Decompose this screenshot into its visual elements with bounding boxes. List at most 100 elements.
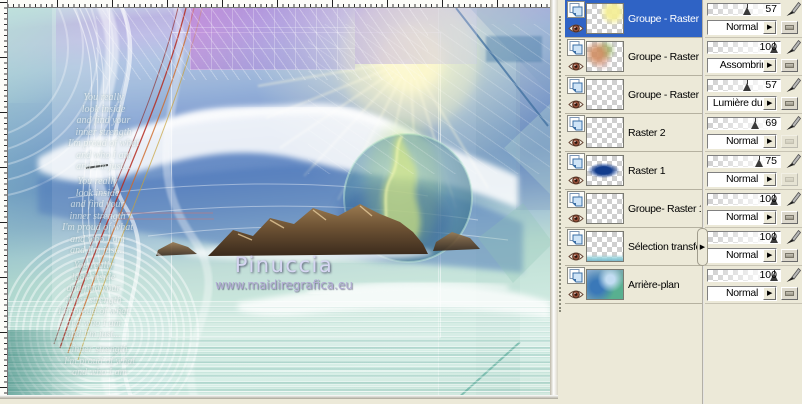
opacity-slider[interactable]: 100 bbox=[707, 193, 781, 206]
link-toggle-button[interactable] bbox=[781, 173, 798, 186]
layer-row[interactable]: Arrière-plan bbox=[565, 266, 702, 304]
layer-thumbnail[interactable] bbox=[586, 193, 624, 224]
opacity-slider[interactable]: 57 bbox=[707, 79, 781, 92]
thumbnail-preview bbox=[587, 156, 623, 185]
visibility-eye-icon[interactable] bbox=[568, 173, 584, 185]
layer-thumbnail[interactable] bbox=[586, 3, 624, 34]
paintbrush-icon[interactable] bbox=[784, 115, 802, 131]
dropdown-arrow-icon[interactable]: ▶ bbox=[763, 249, 776, 262]
blend-mode-dropdown[interactable]: Normal ▶ bbox=[707, 134, 777, 149]
layer-name[interactable]: Groupe - Raster 3 bbox=[628, 0, 701, 38]
layer-row[interactable]: Sélection transform bbox=[565, 228, 702, 266]
paintbrush-icon[interactable] bbox=[784, 1, 802, 17]
visibility-eye-icon[interactable] bbox=[568, 287, 584, 299]
layer-row[interactable]: Groupe - Raster 3 bbox=[565, 0, 702, 38]
dropdown-arrow-icon[interactable]: ▶ bbox=[763, 173, 776, 186]
canvas-window-edge bbox=[0, 395, 558, 399]
layer-control-block: 57 Normal ▶ bbox=[705, 0, 802, 38]
dropdown-arrow-icon[interactable]: ▶ bbox=[763, 211, 776, 224]
link-toggle-button[interactable] bbox=[781, 211, 798, 224]
opacity-slider[interactable]: 57 bbox=[707, 3, 781, 16]
app-window: You really look inside and find your inner… bbox=[0, 0, 802, 404]
opacity-slider-thumb[interactable] bbox=[754, 156, 764, 167]
visibility-eye-icon[interactable] bbox=[568, 59, 584, 71]
layer-type-icon[interactable] bbox=[567, 77, 585, 94]
blend-mode-value: Normal bbox=[725, 211, 759, 223]
dropdown-arrow-icon[interactable]: ▶ bbox=[763, 287, 776, 300]
link-toggle-button[interactable] bbox=[781, 21, 798, 34]
blend-mode-dropdown[interactable]: Normal ▶ bbox=[707, 210, 777, 225]
dropdown-arrow-icon[interactable]: ▶ bbox=[763, 21, 776, 34]
paintbrush-icon[interactable] bbox=[784, 229, 802, 245]
layer-type-icon[interactable] bbox=[567, 267, 585, 284]
layer-type-icon[interactable] bbox=[567, 153, 585, 170]
paintbrush-icon[interactable] bbox=[784, 39, 802, 55]
thumbnail-preview bbox=[587, 4, 623, 33]
paintbrush-icon[interactable] bbox=[784, 77, 802, 93]
layer-thumbnail[interactable] bbox=[586, 117, 624, 148]
layer-type-icon[interactable] bbox=[567, 39, 585, 56]
blend-mode-dropdown[interactable]: Normal ▶ bbox=[707, 248, 777, 263]
layer-type-icon[interactable] bbox=[567, 115, 585, 132]
opacity-slider[interactable]: 69 bbox=[707, 117, 781, 130]
visibility-eye-icon[interactable] bbox=[568, 97, 584, 109]
visibility-eye-icon[interactable] bbox=[568, 21, 584, 33]
layer-name[interactable]: Groupe- Raster 1 bbox=[628, 190, 701, 228]
paintbrush-icon[interactable] bbox=[784, 267, 802, 283]
visibility-eye-icon[interactable] bbox=[568, 135, 584, 147]
layer-name[interactable]: Arrière-plan bbox=[628, 266, 701, 304]
layer-name[interactable]: Raster 1 bbox=[628, 152, 701, 190]
dropdown-arrow-icon[interactable]: ▶ bbox=[763, 135, 776, 148]
layer-type-icon[interactable] bbox=[567, 229, 585, 246]
dropdown-arrow-icon[interactable]: ▶ bbox=[763, 59, 776, 72]
blend-mode-dropdown[interactable]: Assombrir ▶ bbox=[707, 58, 777, 73]
palette-splitter[interactable] bbox=[702, 0, 704, 404]
blend-mode-dropdown[interactable]: Normal ▶ bbox=[707, 172, 777, 187]
opacity-slider[interactable]: 100 bbox=[707, 269, 781, 282]
dropdown-arrow-icon[interactable]: ▶ bbox=[763, 97, 776, 110]
layer-row[interactable]: Raster 2 bbox=[565, 114, 702, 152]
layer-name[interactable]: Groupe - Raster 3 bbox=[628, 38, 701, 76]
blend-mode-dropdown[interactable]: Normal ▶ bbox=[707, 20, 777, 35]
paintbrush-icon[interactable] bbox=[784, 191, 802, 207]
link-toggle-button[interactable] bbox=[781, 59, 798, 72]
layer-name[interactable]: Groupe - Raster 3 bbox=[628, 76, 701, 114]
layer-row[interactable]: Groupe - Raster 3 bbox=[565, 38, 702, 76]
canvas-window-edge bbox=[550, 0, 558, 399]
canvas[interactable]: You really look inside and find your inner… bbox=[8, 8, 550, 395]
paintbrush-icon[interactable] bbox=[784, 153, 802, 169]
layer-thumbnail[interactable] bbox=[586, 79, 624, 110]
opacity-slider-thumb[interactable] bbox=[750, 118, 760, 129]
horizontal-ruler[interactable] bbox=[0, 0, 551, 8]
opacity-value: 100 bbox=[759, 41, 777, 53]
layer-type-icon[interactable] bbox=[567, 191, 585, 208]
layer-name[interactable]: Raster 2 bbox=[628, 114, 701, 152]
opacity-slider-thumb[interactable] bbox=[743, 80, 752, 91]
opacity-slider[interactable]: 100 bbox=[707, 41, 781, 54]
palette-splitter-handle[interactable]: ▶ bbox=[697, 228, 708, 266]
layer-control-block: 57 Lumière dure ▶ bbox=[705, 76, 802, 114]
layer-thumbnail[interactable] bbox=[586, 231, 624, 262]
layer-row[interactable]: Raster 1 bbox=[565, 152, 702, 190]
visibility-eye-icon[interactable] bbox=[568, 249, 584, 261]
layer-name[interactable]: Sélection transform bbox=[628, 228, 701, 266]
layer-thumbnail[interactable] bbox=[586, 41, 624, 72]
blend-mode-dropdown[interactable]: Lumière dure ▶ bbox=[707, 96, 777, 111]
link-toggle-button[interactable] bbox=[781, 135, 798, 148]
layer-thumbnail[interactable] bbox=[586, 155, 624, 186]
opacity-slider[interactable]: 75 bbox=[707, 155, 781, 168]
blend-mode-dropdown[interactable]: Normal ▶ bbox=[707, 286, 777, 301]
layer-row[interactable]: Groupe - Raster 3 bbox=[565, 76, 702, 114]
link-toggle-button[interactable] bbox=[781, 97, 798, 110]
layer-thumbnail[interactable] bbox=[586, 269, 624, 300]
layer-row[interactable]: Groupe- Raster 1 bbox=[565, 190, 702, 228]
layer-type-icon[interactable] bbox=[567, 1, 585, 18]
layer-control-block: 69 Normal ▶ bbox=[705, 114, 802, 152]
opacity-slider-thumb[interactable] bbox=[743, 4, 752, 15]
link-toggle-button[interactable] bbox=[781, 249, 798, 262]
vertical-ruler[interactable] bbox=[0, 0, 8, 399]
link-toggle-button[interactable] bbox=[781, 287, 798, 300]
palette-gripper[interactable] bbox=[559, 16, 562, 312]
opacity-slider[interactable]: 100 bbox=[707, 231, 781, 244]
visibility-eye-icon[interactable] bbox=[568, 211, 584, 223]
